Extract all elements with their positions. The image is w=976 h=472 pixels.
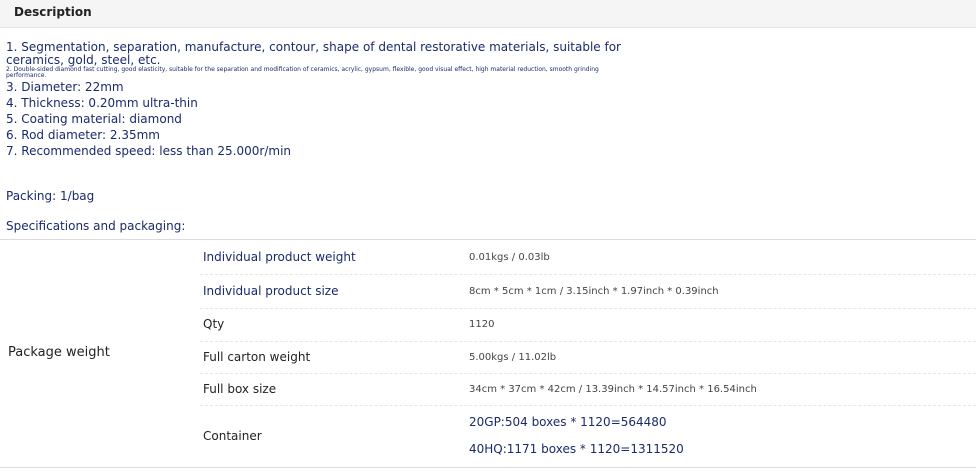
- desc-line-5: 5. Coating material: diamond: [6, 112, 182, 126]
- description-body: 1. Segmentation, separation, manufacture…: [6, 41, 966, 159]
- table-row: Individual product weight 0.01kgs / 0.03…: [200, 240, 976, 275]
- desc-line-4: 4. Thickness: 0.20mm ultra-thin: [6, 96, 198, 110]
- specs-title: Specifications and packaging:: [6, 219, 186, 233]
- row-key: Full box size: [203, 382, 277, 396]
- row-value: 8cm * 5cm * 1cm / 3.15inch * 1.97inch * …: [469, 286, 719, 297]
- table-row: Full box size 34cm * 37cm * 42cm / 13.39…: [200, 374, 976, 406]
- row-key: Individual product size: [203, 284, 339, 298]
- row-value: 5.00kgs / 11.02lb: [469, 352, 557, 363]
- table-row: Individual product size 8cm * 5cm * 1cm …: [200, 275, 976, 309]
- packing-text: Packing: 1/bag: [6, 189, 95, 203]
- description-header: Description: [0, 0, 976, 28]
- package-weight-label: Package weight: [8, 345, 110, 360]
- table-bottom-border: [0, 467, 976, 468]
- row-key: Individual product weight: [203, 250, 356, 264]
- row-value: 34cm * 37cm * 42cm / 13.39inch * 14.57in…: [469, 384, 757, 395]
- row-value: 20GP:504 boxes * 1120=564480: [469, 415, 667, 429]
- row-key: Container: [203, 429, 262, 443]
- row-value: 1120: [469, 319, 495, 330]
- row-key: Qty: [203, 317, 225, 331]
- desc-line-6: 6. Rod diameter: 2.35mm: [6, 128, 160, 142]
- table-row: Qty 1120: [200, 309, 976, 342]
- row-value: 0.01kgs / 0.03lb: [469, 252, 550, 263]
- description-title: Description: [14, 5, 92, 19]
- desc-line-3: 3. Diameter: 22mm: [6, 80, 124, 94]
- row-value: 40HQ:1171 boxes * 1120=1311520: [469, 442, 684, 456]
- row-key: Full carton weight: [203, 350, 311, 364]
- desc-line-7: 7. Recommended speed: less than 25.000r/…: [6, 144, 292, 158]
- table-row: Full carton weight 5.00kgs / 11.02lb: [200, 342, 976, 374]
- table-row: Container 20GP:504 boxes * 1120=564480 4…: [200, 406, 976, 467]
